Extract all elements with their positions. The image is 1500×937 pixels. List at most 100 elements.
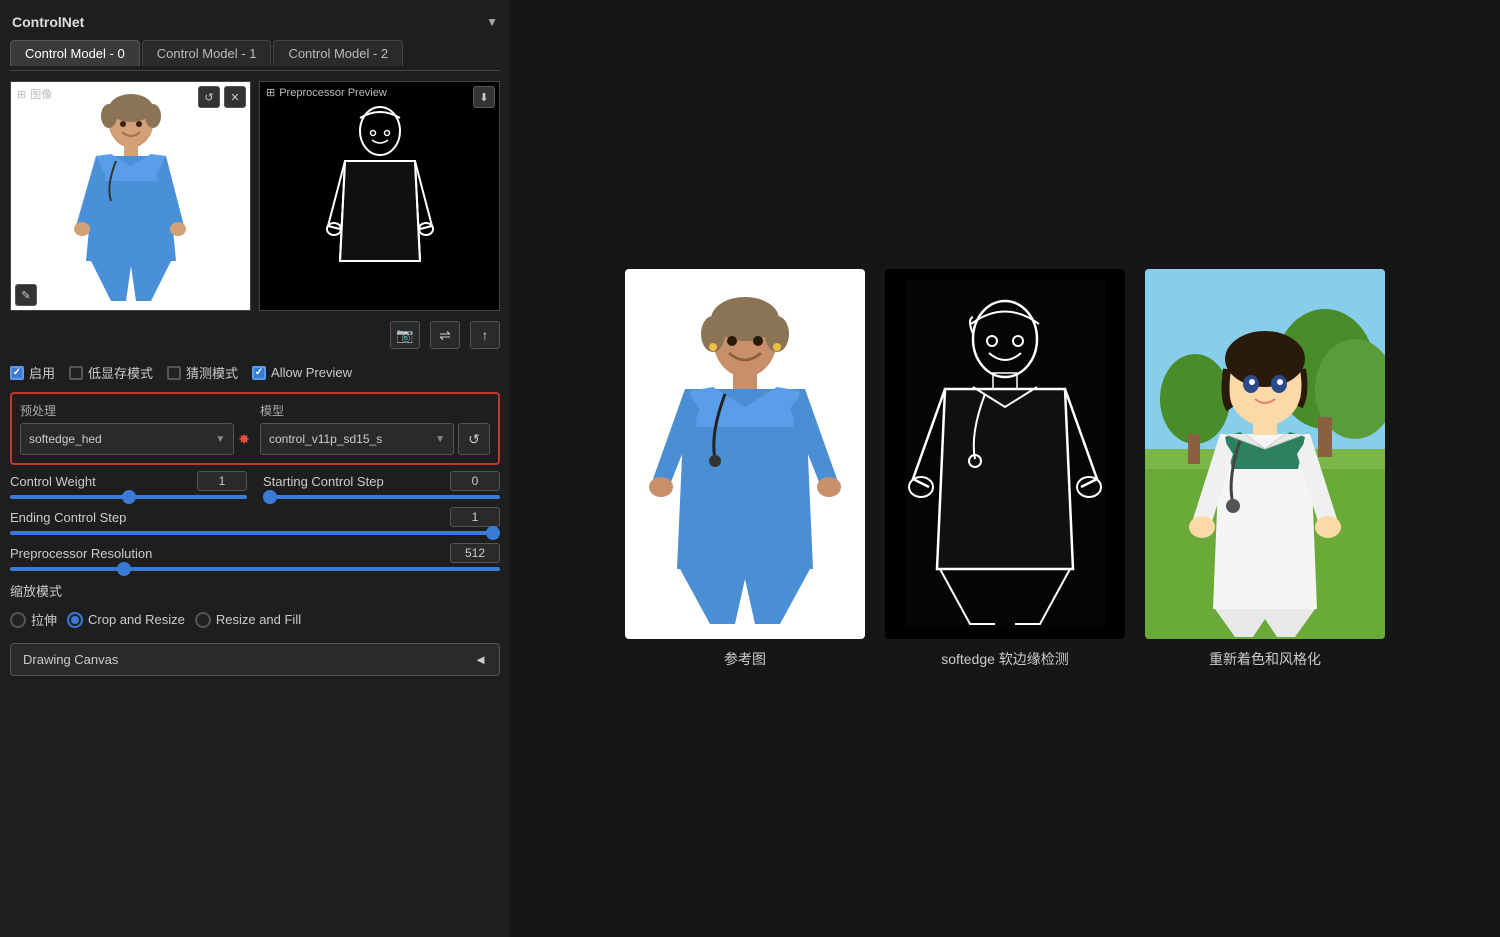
radio-crop-resize-outer [67,612,83,628]
radio-stretch-label: 拉伸 [31,610,57,629]
ending-step-label: Ending Control Step [10,510,126,525]
drawing-canvas-arrow: ◄ [474,652,487,667]
radio-resize-fill-label: Resize and Fill [216,612,301,627]
control-weight-slider[interactable] [10,495,247,499]
allow-preview-checkbox[interactable]: ✓ [252,366,266,380]
left-panel: ControlNet ▼ Control Model - 0 Control M… [0,0,510,937]
model-refresh-btn[interactable]: ↺ [458,423,490,455]
camera-btn[interactable]: 📷 [390,321,420,349]
nurse-image [11,82,250,310]
ending-step-value[interactable]: 1 [450,507,500,527]
gallery-container: 参考图 [625,269,1385,669]
zoom-mode-radio-row: 拉伸 Crop and Resize Resize and Fill [10,606,500,633]
model-select-row: control_v11p_sd15_s ▼ ↺ [260,423,490,455]
toolbar-row: 📷 ⇌ ↑ [10,317,500,353]
model-group: 模型 control_v11p_sd15_s ▼ ↺ [260,402,490,455]
ending-step-header: Ending Control Step 1 [10,507,500,527]
guess-mode-label: 猜测模式 [186,363,238,382]
guess-mode-checkbox[interactable] [167,366,181,380]
gallery-image-0 [625,269,865,639]
refresh-image-btn[interactable]: ↺ [198,86,220,108]
radio-crop-resize[interactable]: Crop and Resize [67,612,185,628]
radio-crop-resize-inner [71,616,79,624]
input-image-box[interactable]: ⊞ 图像 ↺ ✕ [10,81,251,311]
upload-btn[interactable]: ↑ [470,321,500,349]
options-row: ✓ 启用 低显存模式 猜测模式 ✓ Allow Preview [10,359,500,386]
edge-detection-image [260,82,499,310]
radio-resize-fill-outer [195,612,211,628]
tab-control-model-1[interactable]: Control Model - 1 [142,40,272,66]
preprocessor-res-label: Preprocessor Resolution [10,546,152,561]
input-image-label: ⊞ 图像 [17,86,52,102]
drawing-canvas-row[interactable]: Drawing Canvas ◄ [10,643,500,676]
close-image-btn[interactable]: ✕ [224,86,246,108]
gallery-item-1: softedge 软边缘检测 [885,269,1125,669]
starting-step-value[interactable]: 0 [450,471,500,491]
panel-title: ControlNet [12,14,84,30]
zoom-mode-section: 缩放模式 拉伸 Crop and Resize Resize and Fill [10,577,500,637]
low-memory-checkbox[interactable] [69,366,83,380]
gallery-image-1 [885,269,1125,639]
starting-step-header: Starting Control Step 0 [263,471,500,491]
tab-control-model-0[interactable]: Control Model - 0 [10,40,140,66]
starting-step-item: Starting Control Step 0 [263,471,500,499]
gallery-label-2: 重新着色和风格化 [1209,649,1321,669]
preprocessor-preview-controls: ⬇ [473,86,495,108]
preprocessor-res-header: Preprocessor Resolution 512 [10,543,500,563]
enable-checkbox[interactable]: ✓ [10,366,24,380]
preprocessor-dropdown[interactable]: softedge_hed ▼ [20,423,234,455]
input-image-controls: ↺ ✕ [198,86,246,108]
preprocessor-label: 预处理 [20,402,250,419]
tab-control-model-2[interactable]: Control Model - 2 [273,40,403,66]
allow-preview-option[interactable]: ✓ Allow Preview [252,365,352,380]
low-memory-label: 低显存模式 [88,363,153,382]
model-label: 模型 [260,402,490,419]
control-weight-item: Control Weight 1 [10,471,247,499]
edit-image-btn[interactable]: ✎ [15,284,37,306]
gallery-item-2: 重新着色和风格化 [1145,269,1385,669]
download-preview-btn[interactable]: ⬇ [473,86,495,108]
preprocessor-res-row: Preprocessor Resolution 512 [10,543,500,571]
model-row-container: 预处理 softedge_hed ▼ ✸ 模型 control_v11p_sd1… [10,392,500,465]
gallery-label-0: 参考图 [724,649,766,669]
radio-stretch[interactable]: 拉伸 [10,610,57,629]
panel-header: ControlNet ▼ [10,10,500,34]
dual-slider-row: Control Weight 1 Starting Control Step 0 [10,471,500,499]
swap-btn[interactable]: ⇌ [430,321,460,349]
guess-mode-option[interactable]: 猜测模式 [167,363,238,382]
preprocessor-res-value[interactable]: 512 [450,543,500,563]
model-dropdown[interactable]: control_v11p_sd15_s ▼ [260,423,454,455]
image-row: ⊞ 图像 ↺ ✕ [10,81,500,311]
enable-option[interactable]: ✓ 启用 [10,363,55,382]
gallery-image-2 [1145,269,1385,639]
preprocessor-dropdown-arrow: ▼ [215,434,225,445]
preprocessor-group: 预处理 softedge_hed ▼ ✸ [20,402,250,455]
allow-preview-label: Allow Preview [271,365,352,380]
preprocessor-preview-box[interactable]: ⊞ Preprocessor Preview ⬇ [259,81,500,311]
control-weight-value[interactable]: 1 [197,471,247,491]
enable-label: 启用 [29,363,55,382]
model-dropdown-arrow: ▼ [435,434,445,445]
tabs-row: Control Model - 0 Control Model - 1 Cont… [10,40,500,71]
control-weight-label: Control Weight [10,474,96,489]
control-weight-header: Control Weight 1 [10,471,247,491]
sliders-section: Control Weight 1 Starting Control Step 0 [10,471,500,571]
zoom-mode-label: 缩放模式 [10,581,500,600]
panel-collapse-arrow[interactable]: ▼ [486,15,498,29]
preprocessor-res-slider[interactable] [10,567,500,571]
low-memory-option[interactable]: 低显存模式 [69,363,153,382]
starting-step-slider[interactable] [263,495,500,499]
radio-stretch-outer [10,612,26,628]
gallery-item-0: 参考图 [625,269,865,669]
star-icon: ✸ [238,431,250,448]
starting-step-label: Starting Control Step [263,474,384,489]
ending-step-row: Ending Control Step 1 [10,507,500,535]
radio-crop-resize-label: Crop and Resize [88,612,185,627]
gallery-label-1: softedge 软边缘检测 [941,649,1069,669]
right-panel: 参考图 [510,0,1500,937]
preprocessor-select-row: softedge_hed ▼ ✸ [20,423,250,455]
preprocessor-preview-label: ⊞ Preprocessor Preview [266,86,387,99]
ending-step-slider[interactable] [10,531,500,535]
radio-resize-fill[interactable]: Resize and Fill [195,612,301,628]
drawing-canvas-label: Drawing Canvas [23,652,118,667]
